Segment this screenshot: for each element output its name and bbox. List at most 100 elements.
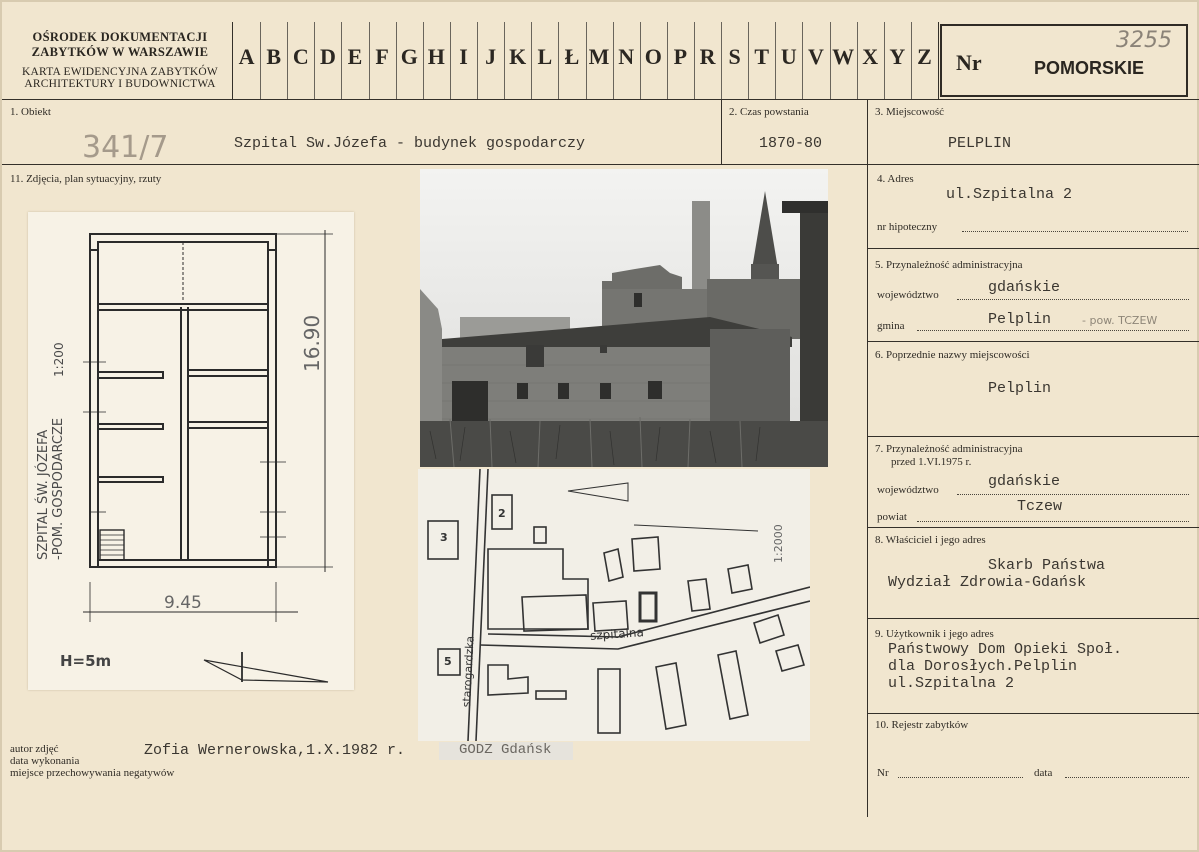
powiat-label: powiat	[877, 511, 907, 523]
plan-height-note: H=5m	[60, 652, 112, 670]
poprzednie-value: Pelplin	[988, 380, 1052, 397]
miejsce-label: miejsce przechowywania negatywów	[10, 767, 175, 779]
alphabet-letter: U	[780, 44, 797, 69]
czas-label: 2. Czas powstania	[729, 106, 809, 118]
wojewodztwo-1975-label: województwo	[877, 484, 939, 496]
plan-title-line1: SZPITAL ŚW. JÓZEFA	[36, 429, 51, 560]
alphabet-separator	[666, 22, 668, 99]
alphabet-letter: T	[754, 44, 770, 69]
uzytkownik-line3: ul.Szpitalna 2	[888, 675, 1015, 692]
wlasciciel-label: 8. Właściciel i jego adres	[875, 534, 986, 546]
alphabet-separator	[558, 22, 560, 99]
obiekt-label: 1. Obiekt	[10, 106, 51, 118]
alphabet-separator	[314, 22, 316, 99]
alphabet-letter: E	[347, 44, 363, 69]
map-scale: 1:2000	[772, 524, 785, 563]
gmina-value: Pelplin	[988, 311, 1052, 328]
alphabet-separator	[883, 22, 885, 99]
building-photo	[420, 169, 828, 467]
miejscowosc-label: 3. Miejscowość	[875, 106, 945, 118]
alphabet-separator	[910, 22, 912, 99]
uzytkownik-line2: dla Dorosłych.Pelplin	[888, 658, 1078, 675]
obiekt-value: Szpital Sw.Józefa - budynek gospodarczy	[234, 135, 586, 152]
plan-scale: 1:200	[52, 342, 66, 377]
autor-label: autor zdjęć	[10, 743, 59, 755]
nr-box: Nr POMORSKIE 3255	[940, 24, 1188, 97]
alphabet-separator	[775, 22, 777, 99]
wlasciciel-line1: Skarb Państwa	[988, 557, 1106, 574]
wojewodztwo-1975-value: gdańskie	[988, 473, 1061, 490]
hipoteczny-label: nr hipoteczny	[877, 221, 938, 233]
site-map-drawing	[427, 469, 810, 741]
alphabet-letter: I	[459, 44, 468, 69]
plan-width-dimension: 9.45	[164, 593, 202, 613]
miejscowosc-value: PELPLIN	[948, 135, 1012, 152]
alphabet-letter: P	[673, 44, 688, 69]
alphabet-letter: F	[375, 44, 389, 69]
alphabet-separator	[639, 22, 641, 99]
floor-plan-drawing	[83, 230, 333, 683]
nr-label: Nr	[956, 50, 982, 75]
alphabet-letter: Ł	[564, 44, 580, 69]
handwritten-card-number: 3255	[1116, 28, 1172, 53]
alphabet-separator	[449, 22, 451, 99]
alphabet-separator	[802, 22, 804, 99]
alphabet-letter: R	[699, 44, 716, 69]
czas-value: 1870-80	[759, 135, 823, 152]
alphabet-letter: D	[319, 44, 336, 69]
gmina-label: gmina	[877, 320, 905, 332]
alphabet-letter: B	[266, 44, 282, 69]
alphabet-separator	[287, 22, 289, 99]
alphabet-letter: O	[644, 44, 662, 69]
przynaleznosc-label: 5. Przynależność administracyjna	[875, 259, 1023, 271]
institution-block: OŚRODEK DOKUMENTACJI ZABYTKÓW W WARSZAWI…	[10, 30, 230, 90]
alphabet-separator	[829, 22, 831, 99]
alphabet-separator	[341, 22, 343, 99]
alphabet-letter: V	[808, 44, 824, 69]
card-type-line2: ARCHITEKTURY I BUDOWNICTWA	[24, 78, 216, 90]
adres-value: ul.Szpitalna 2	[946, 186, 1073, 203]
region-label: POMORSKIE	[1034, 58, 1145, 78]
przynaleznosc-1975-label-1: 7. Przynależność administracyjna	[875, 443, 1023, 455]
gmina-handwritten-note: - pow. TCZEW	[1082, 314, 1158, 327]
handwritten-object-number: 341/7	[82, 130, 169, 165]
photo-image	[420, 169, 828, 467]
alphabet-letter: X	[862, 44, 879, 69]
plan-title: SZPITAL ŚW. JÓZEFA -POM. GOSPODARCZE	[36, 390, 66, 560]
godz-stamp: GODZ Gdańsk	[439, 742, 574, 760]
alphabet-separator	[422, 22, 424, 99]
alphabet-end-separator	[938, 22, 939, 99]
alphabet-separator	[504, 22, 506, 99]
alphabet-separator	[260, 22, 262, 99]
institution-line2: ZABYTKÓW W WARSZAWIE	[31, 45, 209, 59]
alphabet-letter: J	[485, 44, 497, 69]
rejestr-data-label: data	[1034, 767, 1053, 779]
alphabet-separator	[368, 22, 370, 99]
map-parcel-3: 3	[440, 531, 448, 544]
alphabet-separator	[585, 22, 587, 99]
alphabet-letter: C	[292, 44, 309, 69]
plan-title-line2: -POM. GOSPODARCZE	[51, 417, 66, 560]
alphabet-separator	[856, 22, 858, 99]
alphabet-letter: S	[728, 44, 741, 69]
alphabet-letter: N	[618, 44, 635, 69]
floor-plan: 16.90 9.45 H=5m SZPITAL ŚW. JÓZEFA -POM.…	[28, 212, 354, 690]
rejestr-nr-label: Nr	[877, 767, 889, 779]
alphabet-separator	[612, 22, 614, 99]
alphabet-letter: G	[400, 44, 418, 69]
uzytkownik-label: 9. Użytkownik i jego adres	[875, 628, 994, 640]
uzytkownik-line1: Państwowy Dom Opieki Społ.	[888, 641, 1123, 658]
alphabet-letter: L	[537, 44, 553, 69]
alphabet-letter: M	[588, 44, 610, 69]
alphabet-letter: K	[509, 44, 527, 69]
adres-label: 4. Adres	[877, 173, 914, 185]
alphabet-separator	[748, 22, 750, 99]
institution-line1: OŚRODEK DOKUMENTACJI	[32, 30, 208, 44]
map-parcel-5: 5	[444, 655, 452, 668]
alphabet-letter: Y	[889, 44, 906, 69]
site-map: 2 3 5 szpitalna starogardzka 1:2000	[418, 469, 810, 741]
zdjecia-label: 11. Zdjęcia, plan sytuacyjny, rzuty	[10, 173, 162, 185]
przynaleznosc-1975-label-2: przed 1.VI.1975 r.	[891, 456, 972, 468]
alphabet-separator	[531, 22, 533, 99]
alphabet-separator	[721, 22, 723, 99]
